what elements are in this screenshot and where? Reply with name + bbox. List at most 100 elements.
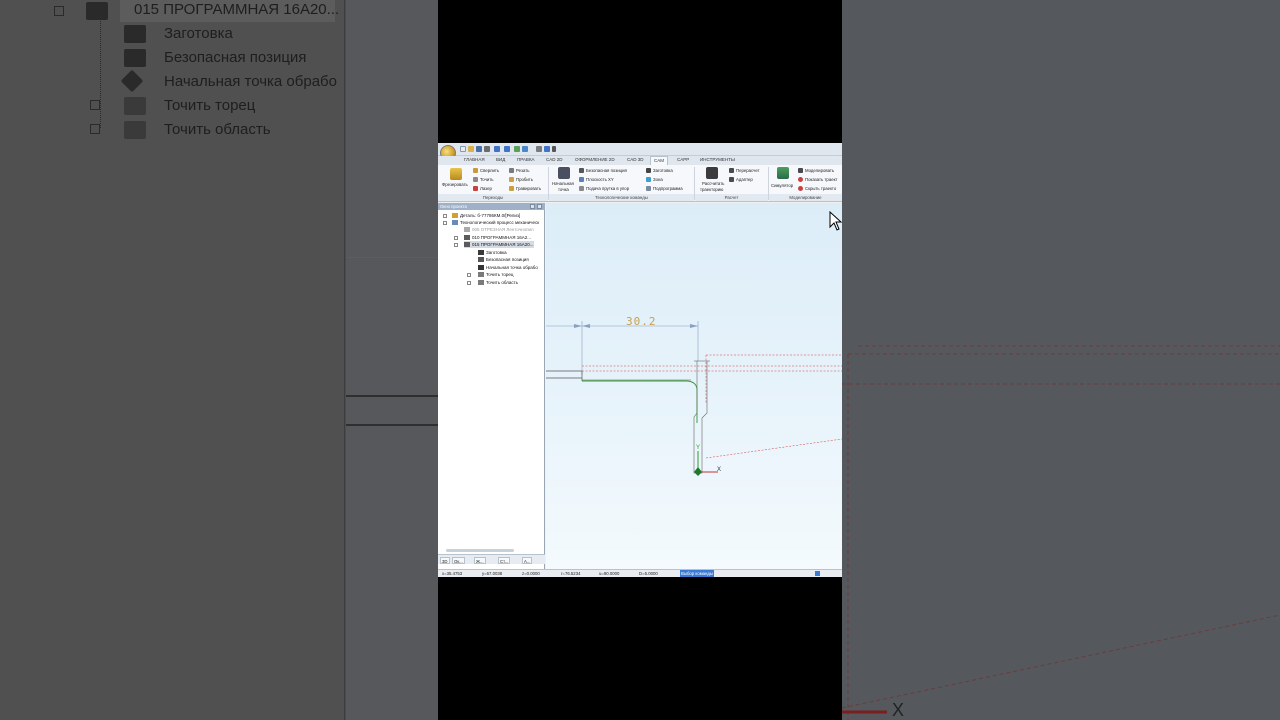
background-right-zoom: X bbox=[842, 0, 1280, 720]
window-icon[interactable] bbox=[544, 146, 550, 152]
tree-item-label: 010 ПРОГРАММНАЯ 16А2... bbox=[472, 235, 532, 240]
new-file-icon[interactable] bbox=[460, 146, 466, 152]
xy-plane-button[interactable]: Плоскость XY bbox=[579, 177, 614, 183]
start-point-icon bbox=[478, 265, 484, 271]
cutting-tool bbox=[693, 361, 708, 474]
close-icon[interactable] bbox=[537, 204, 542, 209]
undo-icon[interactable] bbox=[494, 146, 500, 152]
expand-icon[interactable] bbox=[467, 281, 471, 285]
tree-item-process[interactable]: Технологический процесс механическ bbox=[452, 219, 539, 226]
simulator-button[interactable]: Симулятор bbox=[771, 183, 793, 188]
horizontal-scrollbar[interactable] bbox=[446, 549, 514, 552]
tree-item-label: Точить торец bbox=[486, 272, 514, 277]
tree-item-start-point[interactable]: Начальная точка обрабо bbox=[478, 264, 538, 271]
show-path-button[interactable]: Показать траект bbox=[798, 177, 838, 183]
chevron-down-icon[interactable] bbox=[552, 146, 556, 152]
turn-area-icon bbox=[478, 280, 484, 286]
pin-icon[interactable] bbox=[530, 204, 535, 209]
adapter-button[interactable]: Адаптер bbox=[729, 177, 753, 183]
tree-item-face[interactable]: Точить торец bbox=[478, 271, 513, 278]
copy-icon[interactable] bbox=[536, 146, 542, 152]
calc-path-button[interactable]: Рассчитать bbox=[702, 181, 724, 186]
redo-icon[interactable] bbox=[504, 146, 510, 152]
tab-3d[interactable]: 3D bbox=[440, 557, 450, 564]
arrow-head bbox=[582, 324, 590, 328]
adapter-icon bbox=[729, 177, 734, 183]
drill-button[interactable]: Сверлить bbox=[473, 168, 500, 174]
status-z: z=0.0000 bbox=[522, 571, 540, 576]
collapse-icon[interactable] bbox=[454, 243, 458, 247]
tree-item-label: Начальная точка обрабо bbox=[486, 265, 538, 270]
bar-feed-button[interactable]: Подача прутка в упор bbox=[579, 186, 629, 192]
status-y: y=67.0038 bbox=[482, 571, 503, 576]
zone-label: Зона bbox=[653, 177, 663, 182]
laser-button[interactable]: Лазер bbox=[473, 186, 492, 192]
tab-home[interactable]: ГЛАВНАЯ bbox=[464, 157, 485, 162]
print-icon[interactable] bbox=[484, 146, 490, 152]
drill-label: Сверлить bbox=[480, 168, 500, 173]
collapse-icon[interactable] bbox=[443, 214, 447, 218]
open-file-icon[interactable] bbox=[468, 146, 474, 152]
cut-button[interactable]: Резать bbox=[509, 168, 529, 174]
tab-tools[interactable]: ИНСТРУМЕНТЫ bbox=[700, 157, 735, 162]
tree-item-blank[interactable]: Заготовка bbox=[478, 249, 507, 256]
tree-item-area[interactable]: Точить область bbox=[478, 279, 518, 286]
tab-capp[interactable]: CAPP bbox=[677, 157, 689, 162]
tree-item-operation-selected[interactable]: 015 ПРОГРАММНАЯ 16А20... bbox=[464, 241, 534, 248]
engrave-button[interactable]: Гравировать bbox=[509, 186, 541, 192]
recalc-button[interactable]: Перерасчет bbox=[729, 168, 760, 174]
expand-icon[interactable] bbox=[454, 236, 458, 240]
tab-cam[interactable]: CAM bbox=[650, 156, 668, 165]
status-command: Выбор команды bbox=[680, 570, 715, 577]
toolpath bbox=[582, 380, 698, 423]
model-icon bbox=[798, 168, 803, 174]
hide-path-button[interactable]: Скрыть траекто bbox=[798, 186, 836, 192]
tab-attributes[interactable]: А... bbox=[522, 557, 533, 564]
calc-path-icon bbox=[706, 167, 718, 179]
turn-button[interactable]: Точить bbox=[473, 177, 493, 183]
calc-path-button-line2: траекторию bbox=[700, 187, 724, 192]
safe-position-label: Безопасная позиция bbox=[586, 168, 627, 173]
show-path-icon bbox=[798, 177, 803, 183]
turn-face-icon bbox=[478, 272, 484, 278]
background-safe-position-icon bbox=[124, 49, 146, 67]
model-icon[interactable] bbox=[514, 146, 520, 152]
status-x: x=35.4753 bbox=[442, 571, 463, 576]
status-d: D=5.0000 bbox=[639, 571, 658, 576]
mill-button[interactable]: Фрезеровать bbox=[442, 182, 468, 187]
engrave-icon bbox=[509, 186, 514, 192]
tree-item-safe-position[interactable]: Безопасная позиция bbox=[478, 256, 529, 263]
tab-structure[interactable]: Ст... bbox=[498, 557, 511, 564]
tab-edit[interactable]: ПРАВКА bbox=[517, 157, 535, 162]
blank-button[interactable]: Заготовка bbox=[646, 168, 673, 174]
tab-drafting-2d[interactable]: ОФОРМЛЕНИЕ 2D bbox=[575, 157, 615, 162]
zone-button[interactable]: Зона bbox=[646, 177, 663, 183]
drill-icon bbox=[473, 168, 478, 174]
tab-view[interactable]: ВИД bbox=[496, 157, 505, 162]
tab-journal[interactable]: Ж... bbox=[474, 557, 486, 564]
safe-position-button[interactable]: Безопасная позиция bbox=[579, 168, 627, 174]
background-tree-panel: 015 ПРОГРАММНАЯ 16А20... Заготовка Безоп… bbox=[0, 0, 345, 720]
group-label-tech-commands: Технологические команды bbox=[549, 194, 694, 201]
tree-item-part[interactable]: Деталь: б-77786КМ.0/[Релиз] bbox=[452, 212, 520, 219]
subprogram-button[interactable]: Подпрограмма bbox=[646, 186, 683, 192]
view-icon[interactable] bbox=[522, 146, 528, 152]
tab-cad2d[interactable]: CAD 2D bbox=[546, 157, 563, 162]
tab-cad3d[interactable]: CAD 3D bbox=[627, 157, 644, 162]
collapse-icon[interactable] bbox=[443, 221, 447, 225]
safe-position-icon bbox=[579, 168, 584, 174]
status-indicator-icon bbox=[815, 571, 820, 576]
model-button[interactable]: Моделировать bbox=[798, 168, 834, 174]
save-icon[interactable] bbox=[476, 146, 482, 152]
part-icon bbox=[452, 213, 458, 219]
tree-item-operation[interactable]: 005 ОТРЕЗНАЯ Ленточнопил bbox=[464, 226, 534, 233]
graphics-canvas[interactable]: 30.2 X Y bbox=[546, 203, 842, 569]
tree-item-operation[interactable]: 010 ПРОГРАММНАЯ 16А2... bbox=[464, 234, 531, 241]
xy-plane-label: Плоскость XY bbox=[586, 177, 614, 182]
quick-access-toolbar bbox=[438, 143, 842, 161]
expand-icon[interactable] bbox=[467, 273, 471, 277]
start-point-button[interactable]: Начальная bbox=[552, 181, 574, 186]
group-label-transitions: Переходы bbox=[438, 194, 548, 201]
tab-project-window[interactable]: Ок... bbox=[452, 557, 465, 564]
punch-button[interactable]: Пробить bbox=[509, 177, 533, 183]
